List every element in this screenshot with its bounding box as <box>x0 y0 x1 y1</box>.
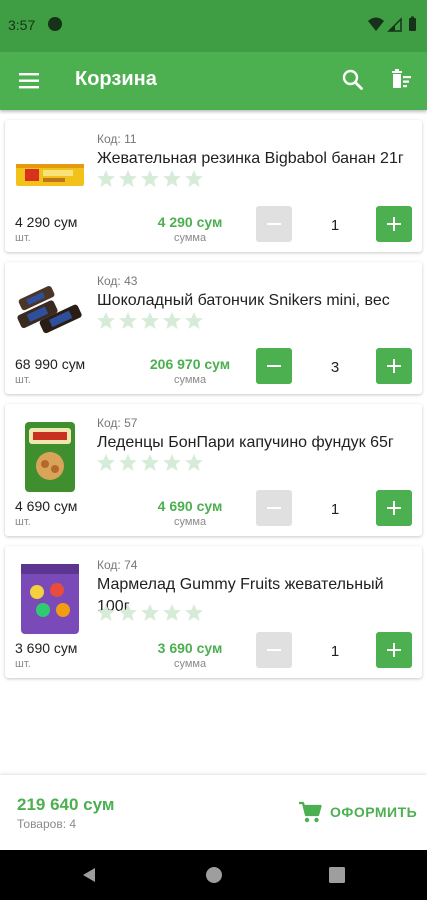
page-title: Корзина <box>75 68 157 90</box>
product-name: Жевательная резинка Bigbabol банан 21г <box>97 150 404 167</box>
product-image <box>13 278 87 352</box>
cart-icon <box>297 799 323 830</box>
line-sum: 4 690 сум <box>157 498 223 514</box>
product-name: Шоколадный батончик Snikers mini, вес <box>97 292 390 309</box>
product-code: Код: 43 <box>97 274 138 288</box>
app-bar: Корзина <box>0 52 427 110</box>
rating-stars[interactable] <box>97 312 203 335</box>
cart-footer: 219 640 сум Товаров: 4 ОФОРМИТЬ <box>0 775 427 850</box>
system-icons <box>367 15 419 40</box>
quantity: 1 <box>330 501 340 518</box>
back-icon[interactable] <box>80 866 98 889</box>
decrease-button[interactable] <box>256 348 292 384</box>
minus-icon <box>267 507 281 509</box>
quantity: 1 <box>330 643 340 660</box>
recents-icon[interactable] <box>329 867 345 888</box>
unit-label: шт. <box>15 232 31 244</box>
wifi-icon <box>368 17 384 31</box>
sum-label: сумма <box>173 658 207 670</box>
minus-icon <box>267 649 281 651</box>
product-image <box>13 420 87 494</box>
search-icon[interactable] <box>340 67 366 93</box>
unit-price: 4 690 сум <box>15 498 78 514</box>
line-sum: 206 970 сум <box>149 356 231 372</box>
cart-item[interactable]: Код: 43 Шоколадный батончик Snikers mini… <box>5 262 422 394</box>
battery-icon <box>409 16 416 31</box>
status-time: 3:57 <box>8 17 36 33</box>
minus-icon <box>267 365 281 367</box>
product-code: Код: 74 <box>97 558 138 572</box>
cart-item[interactable]: Код: 74 Мармелад Gummy Fruits жевательны… <box>5 546 422 678</box>
line-sum: 3 690 сум <box>157 640 223 656</box>
product-code: Код: 11 <box>97 132 137 146</box>
unit-label: шт. <box>15 374 31 386</box>
decrease-button[interactable] <box>256 632 292 668</box>
line-sum: 4 290 сум <box>157 214 223 230</box>
cart-item[interactable]: Код: 11 Жевательная резинка Bigbabol бан… <box>5 120 422 252</box>
increase-button[interactable] <box>376 206 412 242</box>
cart-item[interactable]: Код: 57 Леденцы БонПари капучино фундук … <box>5 404 422 536</box>
sum-label: сумма <box>173 374 207 386</box>
unit-label: шт. <box>15 658 31 670</box>
quantity: 1 <box>330 217 340 234</box>
notification-icon <box>48 17 62 31</box>
minus-icon <box>267 223 281 225</box>
product-image <box>13 562 87 636</box>
clear-cart-icon[interactable] <box>389 67 415 93</box>
unit-price: 3 690 сум <box>15 640 78 656</box>
unit-label: шт. <box>15 516 31 528</box>
product-image <box>13 136 87 210</box>
unit-price: 4 290 сум <box>15 214 78 230</box>
rating-stars[interactable] <box>97 454 203 477</box>
checkout-label: ОФОРМИТЬ <box>330 804 418 820</box>
quantity: 3 <box>330 359 340 376</box>
unit-price: 68 990 сум <box>15 356 86 372</box>
increase-button[interactable] <box>376 632 412 668</box>
menu-icon[interactable] <box>18 70 42 92</box>
product-name: Леденцы БонПари капучино фундук 65г <box>97 434 394 451</box>
decrease-button[interactable] <box>256 206 292 242</box>
item-count: Товаров: 4 <box>17 817 77 831</box>
signal-icon <box>387 17 402 32</box>
system-nav-bar <box>0 850 427 900</box>
decrease-button[interactable] <box>256 490 292 526</box>
rating-stars[interactable] <box>97 170 203 193</box>
increase-button[interactable] <box>376 490 412 526</box>
cart-total: 219 640 сум <box>17 795 115 814</box>
status-bar: 3:57 <box>0 0 427 52</box>
product-code: Код: 57 <box>97 416 138 430</box>
sum-label: сумма <box>173 232 207 244</box>
sum-label: сумма <box>173 516 207 528</box>
increase-button[interactable] <box>376 348 412 384</box>
home-icon[interactable] <box>205 866 223 889</box>
rating-stars[interactable] <box>97 604 203 627</box>
